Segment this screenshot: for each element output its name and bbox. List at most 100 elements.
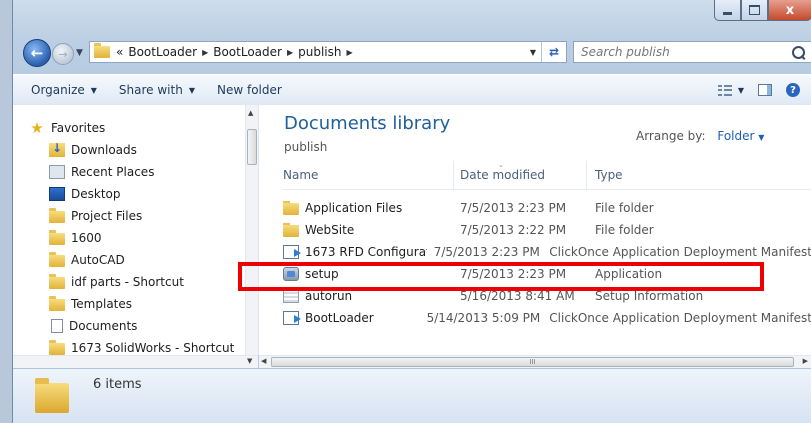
- navigation-scrollbar[interactable]: ▲: [245, 105, 258, 355]
- sidebar-item-desktop[interactable]: Desktop: [49, 183, 121, 205]
- file-name: autorun: [305, 289, 353, 303]
- chevron-down-icon: ▼: [90, 85, 97, 95]
- share-with-button[interactable]: Share with ▼: [115, 83, 199, 97]
- file-row-website[interactable]: WebSite 7/5/2013 2:22 PM File folder: [283, 219, 811, 241]
- new-folder-label: New folder: [216, 83, 282, 97]
- help-icon[interactable]: ?: [786, 83, 800, 97]
- sidebar-item-label: Project Files: [71, 209, 143, 223]
- address-controls: ▼ ⇄: [525, 42, 566, 62]
- sidebar-item-templates[interactable]: Templates: [49, 293, 132, 315]
- sidebar-item-label: Documents: [69, 319, 138, 333]
- column-header-type[interactable]: Type: [586, 161, 623, 189]
- scroll-down-icon[interactable]: ▼: [247, 357, 252, 365]
- sidebar-item-project-files[interactable]: Project Files: [49, 205, 142, 227]
- file-row-application-files[interactable]: Application Files 7/5/2013 2:23 PM File …: [283, 197, 811, 219]
- sidebar-item-downloads[interactable]: Downloads: [49, 139, 137, 161]
- address-bar[interactable]: « BootLoader ▶ BootLoader ▶ publish ▶ ▼ …: [89, 41, 567, 63]
- breadcrumb-item[interactable]: BootLoader: [213, 45, 282, 59]
- file-row-bootloader[interactable]: BootLoader 5/14/2013 5:09 PM ClickOnce A…: [283, 307, 811, 329]
- file-type: File folder: [595, 223, 654, 237]
- caption-buttons: x: [714, 0, 811, 22]
- recent-places-icon: [49, 165, 65, 179]
- manifest-icon: [283, 311, 301, 325]
- minimize-icon: [723, 12, 732, 15]
- sidebar-item-label: 1600: [71, 231, 102, 245]
- organize-button[interactable]: Organize ▼: [27, 83, 101, 97]
- folder-shortcut-icon: [49, 274, 65, 289]
- chevron-right-icon[interactable]: ▶: [347, 48, 353, 57]
- file-name: BootLoader: [305, 311, 374, 325]
- search-icon[interactable]: [792, 45, 805, 59]
- file-row-1673-rfd-configuration[interactable]: 1673 RFD Configuration 7/5/2013 2:23 PM …: [283, 241, 811, 263]
- scroll-right-icon[interactable]: ▶: [803, 357, 808, 365]
- sidebar-item-1600[interactable]: 1600: [49, 227, 102, 249]
- file-date: 7/5/2013 2:23 PM: [460, 201, 567, 215]
- share-with-label: Share with: [118, 83, 183, 97]
- refresh-icon[interactable]: ⇄: [541, 42, 566, 62]
- chevron-right-icon[interactable]: ▶: [287, 48, 293, 57]
- folder-icon: [283, 201, 299, 215]
- close-button[interactable]: x: [768, 0, 811, 21]
- sidebar-item-label: Templates: [71, 297, 133, 311]
- sidebar-item-documents[interactable]: Documents: [49, 315, 137, 337]
- folder-icon: [35, 378, 69, 413]
- column-header-name[interactable]: Name: [283, 168, 453, 182]
- chevron-down-icon: ▼: [758, 133, 765, 142]
- sidebar-item-recent-places[interactable]: Recent Places: [49, 161, 154, 183]
- breadcrumb: « BootLoader ▶ BootLoader ▶ publish ▶: [116, 45, 353, 59]
- address-dropdown-icon[interactable]: ▼: [525, 48, 541, 57]
- file-date: 5/16/2013 8:41 AM: [460, 289, 575, 303]
- navigation-row: ← → ▼ « BootLoader ▶ BootLoader ▶ publis…: [23, 39, 811, 67]
- arrange-by-value: Folder: [717, 129, 755, 143]
- folder-icon: [49, 296, 65, 311]
- sidebar-item-label: 1673 SolidWorks - Shortcut: [71, 341, 235, 355]
- maximize-button[interactable]: [741, 0, 768, 21]
- maximize-icon: [749, 5, 760, 15]
- search-box: [573, 41, 811, 63]
- column-header-date[interactable]: ⌄ Date modified: [453, 161, 586, 189]
- breadcrumb-item[interactable]: publish: [298, 45, 341, 59]
- sidebar-item-favorites[interactable]: ★ Favorites: [29, 117, 105, 139]
- search-input[interactable]: [579, 44, 783, 60]
- sidebar-item-idf-parts-shortcut[interactable]: idf parts - Shortcut: [49, 271, 184, 293]
- recent-pages-dropdown[interactable]: ▼: [76, 48, 83, 58]
- scrollbar-thumb[interactable]: [247, 129, 257, 165]
- desktop-icon: [49, 187, 65, 201]
- file-name: WebSite: [305, 223, 355, 237]
- change-view-button[interactable]: ▼: [717, 84, 744, 96]
- sidebar-item-label: Downloads: [71, 143, 137, 157]
- navigation-pane-footer: ▼: [13, 355, 258, 369]
- scroll-up-icon[interactable]: ▲: [248, 109, 253, 117]
- sidebar-item-1673-solidworks-shortcut[interactable]: 1673 SolidWorks - Shortcut: [49, 337, 234, 355]
- details-pane: 6 items: [13, 368, 811, 423]
- arrange-by-dropdown[interactable]: Folder ▼: [717, 129, 764, 143]
- file-list-pane: Documents library publish Arrange by: Fo…: [259, 105, 811, 355]
- breadcrumb-overflow[interactable]: «: [116, 45, 123, 59]
- sidebar-item-label: Desktop: [71, 187, 121, 201]
- library-title: Documents library: [284, 113, 451, 134]
- folder-shortcut-icon: [49, 340, 65, 355]
- view-controls: ▼ ?: [717, 83, 800, 97]
- forward-button[interactable]: →: [52, 43, 74, 65]
- back-button[interactable]: ←: [23, 39, 51, 67]
- chevron-right-icon[interactable]: ▶: [202, 48, 208, 57]
- breadcrumb-item[interactable]: BootLoader: [128, 45, 197, 59]
- folder-icon: [94, 43, 110, 58]
- scrollbar-thumb[interactable]: III: [271, 357, 794, 367]
- scroll-left-icon[interactable]: ◀: [261, 357, 266, 365]
- minimize-button[interactable]: [714, 0, 741, 21]
- star-icon: ★: [30, 119, 44, 137]
- library-subtitle: publish: [284, 140, 328, 154]
- file-date: 5/14/2013 5:09 PM: [426, 311, 541, 325]
- file-type: ClickOnce Application Deployment Manifes…: [549, 245, 811, 259]
- sidebar-item-label: Recent Places: [71, 165, 155, 179]
- preview-pane-icon[interactable]: [758, 84, 772, 96]
- folder-icon: [49, 208, 65, 223]
- setup-information-icon: [283, 289, 299, 303]
- explorer-window: x ← → ▼ « BootLoader ▶ BootLoader ▶ publ…: [12, 0, 811, 423]
- sidebar-item-label: Favorites: [51, 121, 106, 135]
- horizontal-scrollbar[interactable]: ◀ III ▶: [259, 355, 811, 369]
- organize-label: Organize: [31, 83, 85, 97]
- sidebar-item-autocad[interactable]: AutoCAD: [49, 249, 125, 271]
- new-folder-button[interactable]: New folder: [213, 83, 286, 97]
